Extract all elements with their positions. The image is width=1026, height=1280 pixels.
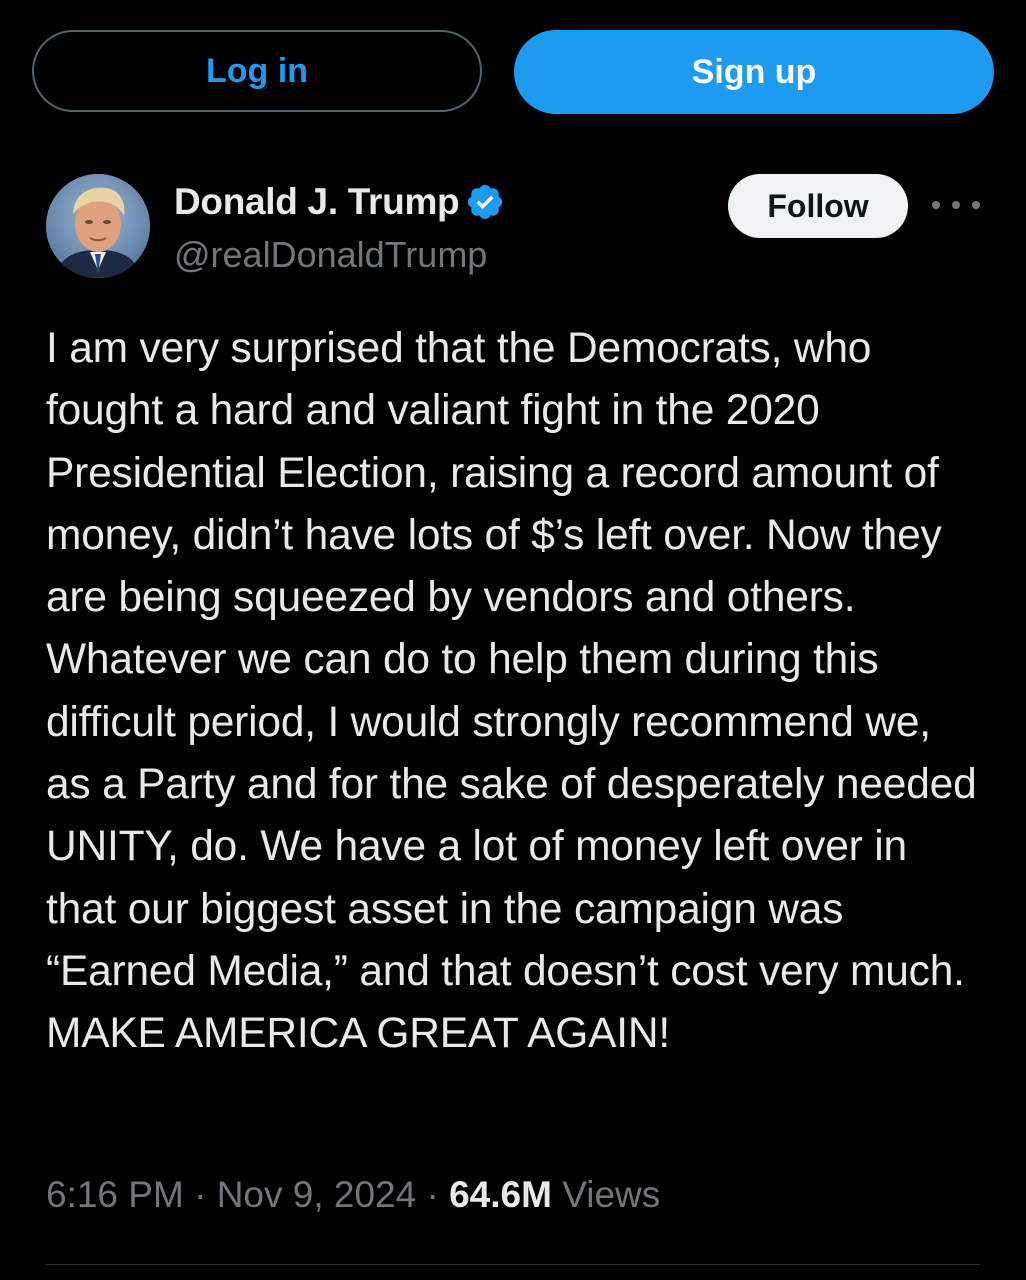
author-info[interactable]: Donald J. Trump @realDonaldTrump xyxy=(174,180,505,276)
auth-bar: Log in Sign up xyxy=(32,30,994,114)
more-dot xyxy=(932,201,940,209)
tweet-time[interactable]: 6:16 PM xyxy=(46,1174,184,1215)
verified-badge-icon xyxy=(465,182,505,222)
avatar[interactable] xyxy=(46,174,150,278)
meta-separator: · xyxy=(416,1174,450,1215)
display-name[interactable]: Donald J. Trump xyxy=(174,181,460,223)
more-dot xyxy=(952,201,960,209)
signup-button[interactable]: Sign up xyxy=(514,30,994,114)
divider xyxy=(46,1264,980,1265)
views-count: 64.6M xyxy=(449,1174,552,1215)
more-dot xyxy=(972,201,980,209)
user-handle[interactable]: @realDonaldTrump xyxy=(174,234,505,276)
meta-separator: · xyxy=(183,1174,217,1215)
tweet-date[interactable]: Nov 9, 2024 xyxy=(217,1174,417,1215)
follow-button[interactable]: Follow xyxy=(728,174,908,238)
more-options-icon[interactable] xyxy=(932,192,980,218)
tweet-meta: 6:16 PM · Nov 9, 2024 · 64.6M Views xyxy=(46,1174,660,1216)
avatar-photo xyxy=(46,174,150,278)
tweet-text: I am very surprised that the Democrats, … xyxy=(46,325,977,1058)
login-button[interactable]: Log in xyxy=(32,30,482,112)
views-label: Views xyxy=(562,1174,661,1215)
name-row: Donald J. Trump xyxy=(174,180,505,224)
